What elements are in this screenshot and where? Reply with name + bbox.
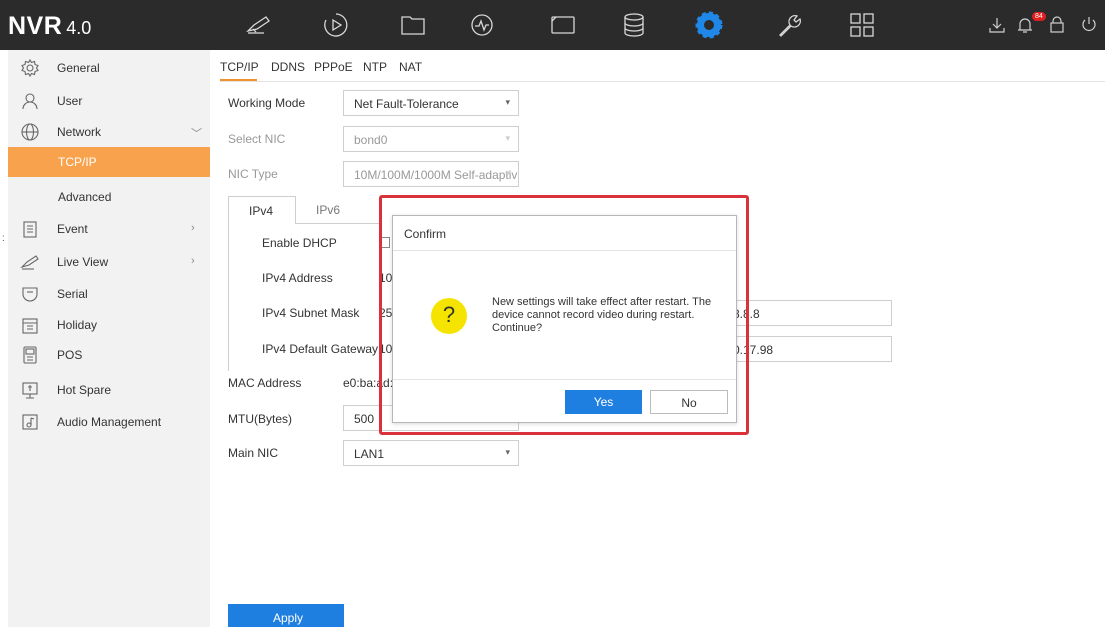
- nic-type-label: NIC Type: [228, 167, 278, 181]
- gear-icon: [20, 58, 40, 78]
- tab-pppoe[interactable]: PPPoE: [314, 60, 353, 74]
- serial-port-icon: [20, 284, 40, 304]
- sidebar-item-label: Holiday: [57, 318, 98, 332]
- apply-button[interactable]: Apply: [228, 604, 344, 627]
- mac-address-label: MAC Address: [228, 376, 302, 390]
- tab-tcpip[interactable]: TCP/IP: [220, 60, 259, 74]
- chevron-down-icon: ▾: [505, 168, 510, 178]
- live-view-icon[interactable]: [244, 11, 272, 39]
- ipv4-default-gateway-label: IPv4 Default Gateway: [262, 342, 379, 356]
- select-nic-select[interactable]: bond0 ▾: [343, 126, 519, 152]
- chevron-right-icon: ›: [191, 255, 195, 267]
- alarm-count-badge: 84: [1032, 12, 1046, 21]
- sidebar-item-label: Serial: [57, 287, 88, 301]
- tab-ddns[interactable]: DDNS: [271, 60, 305, 74]
- select-nic-value: bond0: [354, 133, 388, 147]
- main-nic-label: Main NIC: [228, 446, 279, 460]
- highlight-box: [379, 195, 749, 435]
- chevron-right-icon: ›: [191, 222, 195, 234]
- sidebar-item-label: Advanced: [58, 190, 112, 204]
- tabs-divider: [220, 81, 1105, 82]
- working-mode-label: Working Mode: [228, 96, 306, 110]
- all-menus-icon[interactable]: [848, 11, 876, 39]
- sidebar-item-label: Audio Management: [57, 415, 162, 429]
- calendar-icon: [20, 315, 40, 335]
- nic-type-select[interactable]: 10M/100M/1000M Self-adaptiv ▾: [343, 161, 519, 187]
- audio-file-icon: [20, 412, 40, 432]
- tab-ipv4-label: IPv4: [249, 204, 274, 218]
- enable-dhcp-label: Enable DHCP: [262, 236, 337, 250]
- ipv4-subnet-mask-label: IPv4 Subnet Mask: [262, 306, 360, 320]
- chevron-down-icon: ﹀: [191, 128, 202, 140]
- apply-button-label: Apply: [273, 611, 304, 625]
- app-version: 4.0: [66, 18, 92, 38]
- chevron-down-icon: ▾: [505, 97, 510, 107]
- main-nic-select[interactable]: LAN1 ▾: [343, 440, 519, 466]
- lock-icon[interactable]: [1048, 16, 1066, 34]
- tab-ipv6[interactable]: IPv6: [296, 196, 366, 224]
- ipv4-address-label: IPv4 Address: [262, 271, 333, 285]
- select-nic-label: Select NIC: [228, 132, 286, 146]
- tab-ipv4[interactable]: IPv4: [228, 196, 296, 224]
- smart-analysis-icon[interactable]: [468, 11, 496, 39]
- sidebar-item-holiday[interactable]: Holiday: [8, 310, 210, 340]
- sidebar-item-user[interactable]: User: [8, 86, 210, 116]
- hot-spare-icon: [20, 380, 40, 400]
- sidebar-item-general[interactable]: General: [8, 53, 210, 83]
- playback-icon[interactable]: [322, 11, 350, 39]
- sidebar-item-label: Network: [57, 125, 102, 139]
- download-icon[interactable]: [988, 16, 1006, 34]
- sidebar-item-live-view[interactable]: Live View ›: [8, 247, 210, 277]
- mtu-value: 500: [354, 412, 375, 426]
- sidebar-item-label: User: [57, 94, 83, 108]
- camera-icon: [20, 252, 40, 272]
- sidebar-item-tcpip[interactable]: TCP/IP: [8, 147, 210, 177]
- mtu-label: MTU(Bytes): [228, 412, 292, 426]
- pos-terminal-icon: [20, 345, 40, 365]
- sidebar-item-serial[interactable]: Serial: [8, 279, 210, 309]
- top-bar: NVR 4.0 84: [0, 0, 1105, 50]
- sidebar-item-label: Hot Spare: [57, 383, 112, 397]
- tab-nat[interactable]: NAT: [399, 60, 422, 74]
- sidebar: General User Network ﹀ TCP/IP Advanced E…: [8, 50, 210, 627]
- sidebar-item-event[interactable]: Event ›: [8, 214, 210, 244]
- working-mode-select[interactable]: Net Fault-Tolerance ▾: [343, 90, 519, 116]
- globe-icon: [20, 122, 40, 142]
- file-management-icon[interactable]: [399, 11, 427, 39]
- alarm-bell-icon[interactable]: [1016, 16, 1034, 34]
- maintenance-icon[interactable]: [775, 11, 803, 39]
- tab-ipv6-label: IPv6: [316, 203, 341, 217]
- working-mode-value: Net Fault-Tolerance: [354, 97, 459, 111]
- sidebar-item-hot-spare[interactable]: Hot Spare: [8, 375, 210, 405]
- sidebar-item-label: TCP/IP: [58, 155, 97, 169]
- app-logo: NVR 4.0: [8, 12, 91, 41]
- sidebar-item-label: Live View: [57, 255, 109, 269]
- sidebar-item-pos[interactable]: POS: [8, 340, 210, 370]
- chevron-down-icon: ▾: [505, 447, 510, 457]
- configuration-icon[interactable]: [695, 11, 723, 39]
- sidebar-item-label: POS: [57, 348, 83, 362]
- sidebar-item-audio-management[interactable]: Audio Management: [8, 407, 210, 437]
- chevron-down-icon: ▾: [505, 133, 510, 143]
- user-icon: [20, 91, 40, 111]
- ip-version-tabs: IPv4 IPv6: [228, 196, 368, 224]
- storage-icon[interactable]: [620, 11, 648, 39]
- clipboard-icon: [20, 219, 40, 239]
- camera-icon[interactable]: [549, 11, 577, 39]
- app-name: NVR: [8, 12, 63, 40]
- nic-type-value: 10M/100M/1000M Self-adaptiv: [354, 168, 518, 182]
- sidebar-item-network[interactable]: Network ﹀: [8, 117, 210, 147]
- nvr-app: NVR 4.0 84: General User Network ﹀ TCP/…: [0, 0, 1105, 627]
- tab-ntp[interactable]: NTP: [363, 60, 387, 74]
- sidebar-item-advanced[interactable]: Advanced: [8, 182, 210, 212]
- sidebar-item-label: Event: [57, 222, 88, 236]
- main-nic-value: LAN1: [354, 447, 385, 461]
- power-icon[interactable]: [1080, 16, 1098, 34]
- left-edge-marker: :: [2, 233, 5, 244]
- sidebar-item-label: General: [57, 61, 100, 75]
